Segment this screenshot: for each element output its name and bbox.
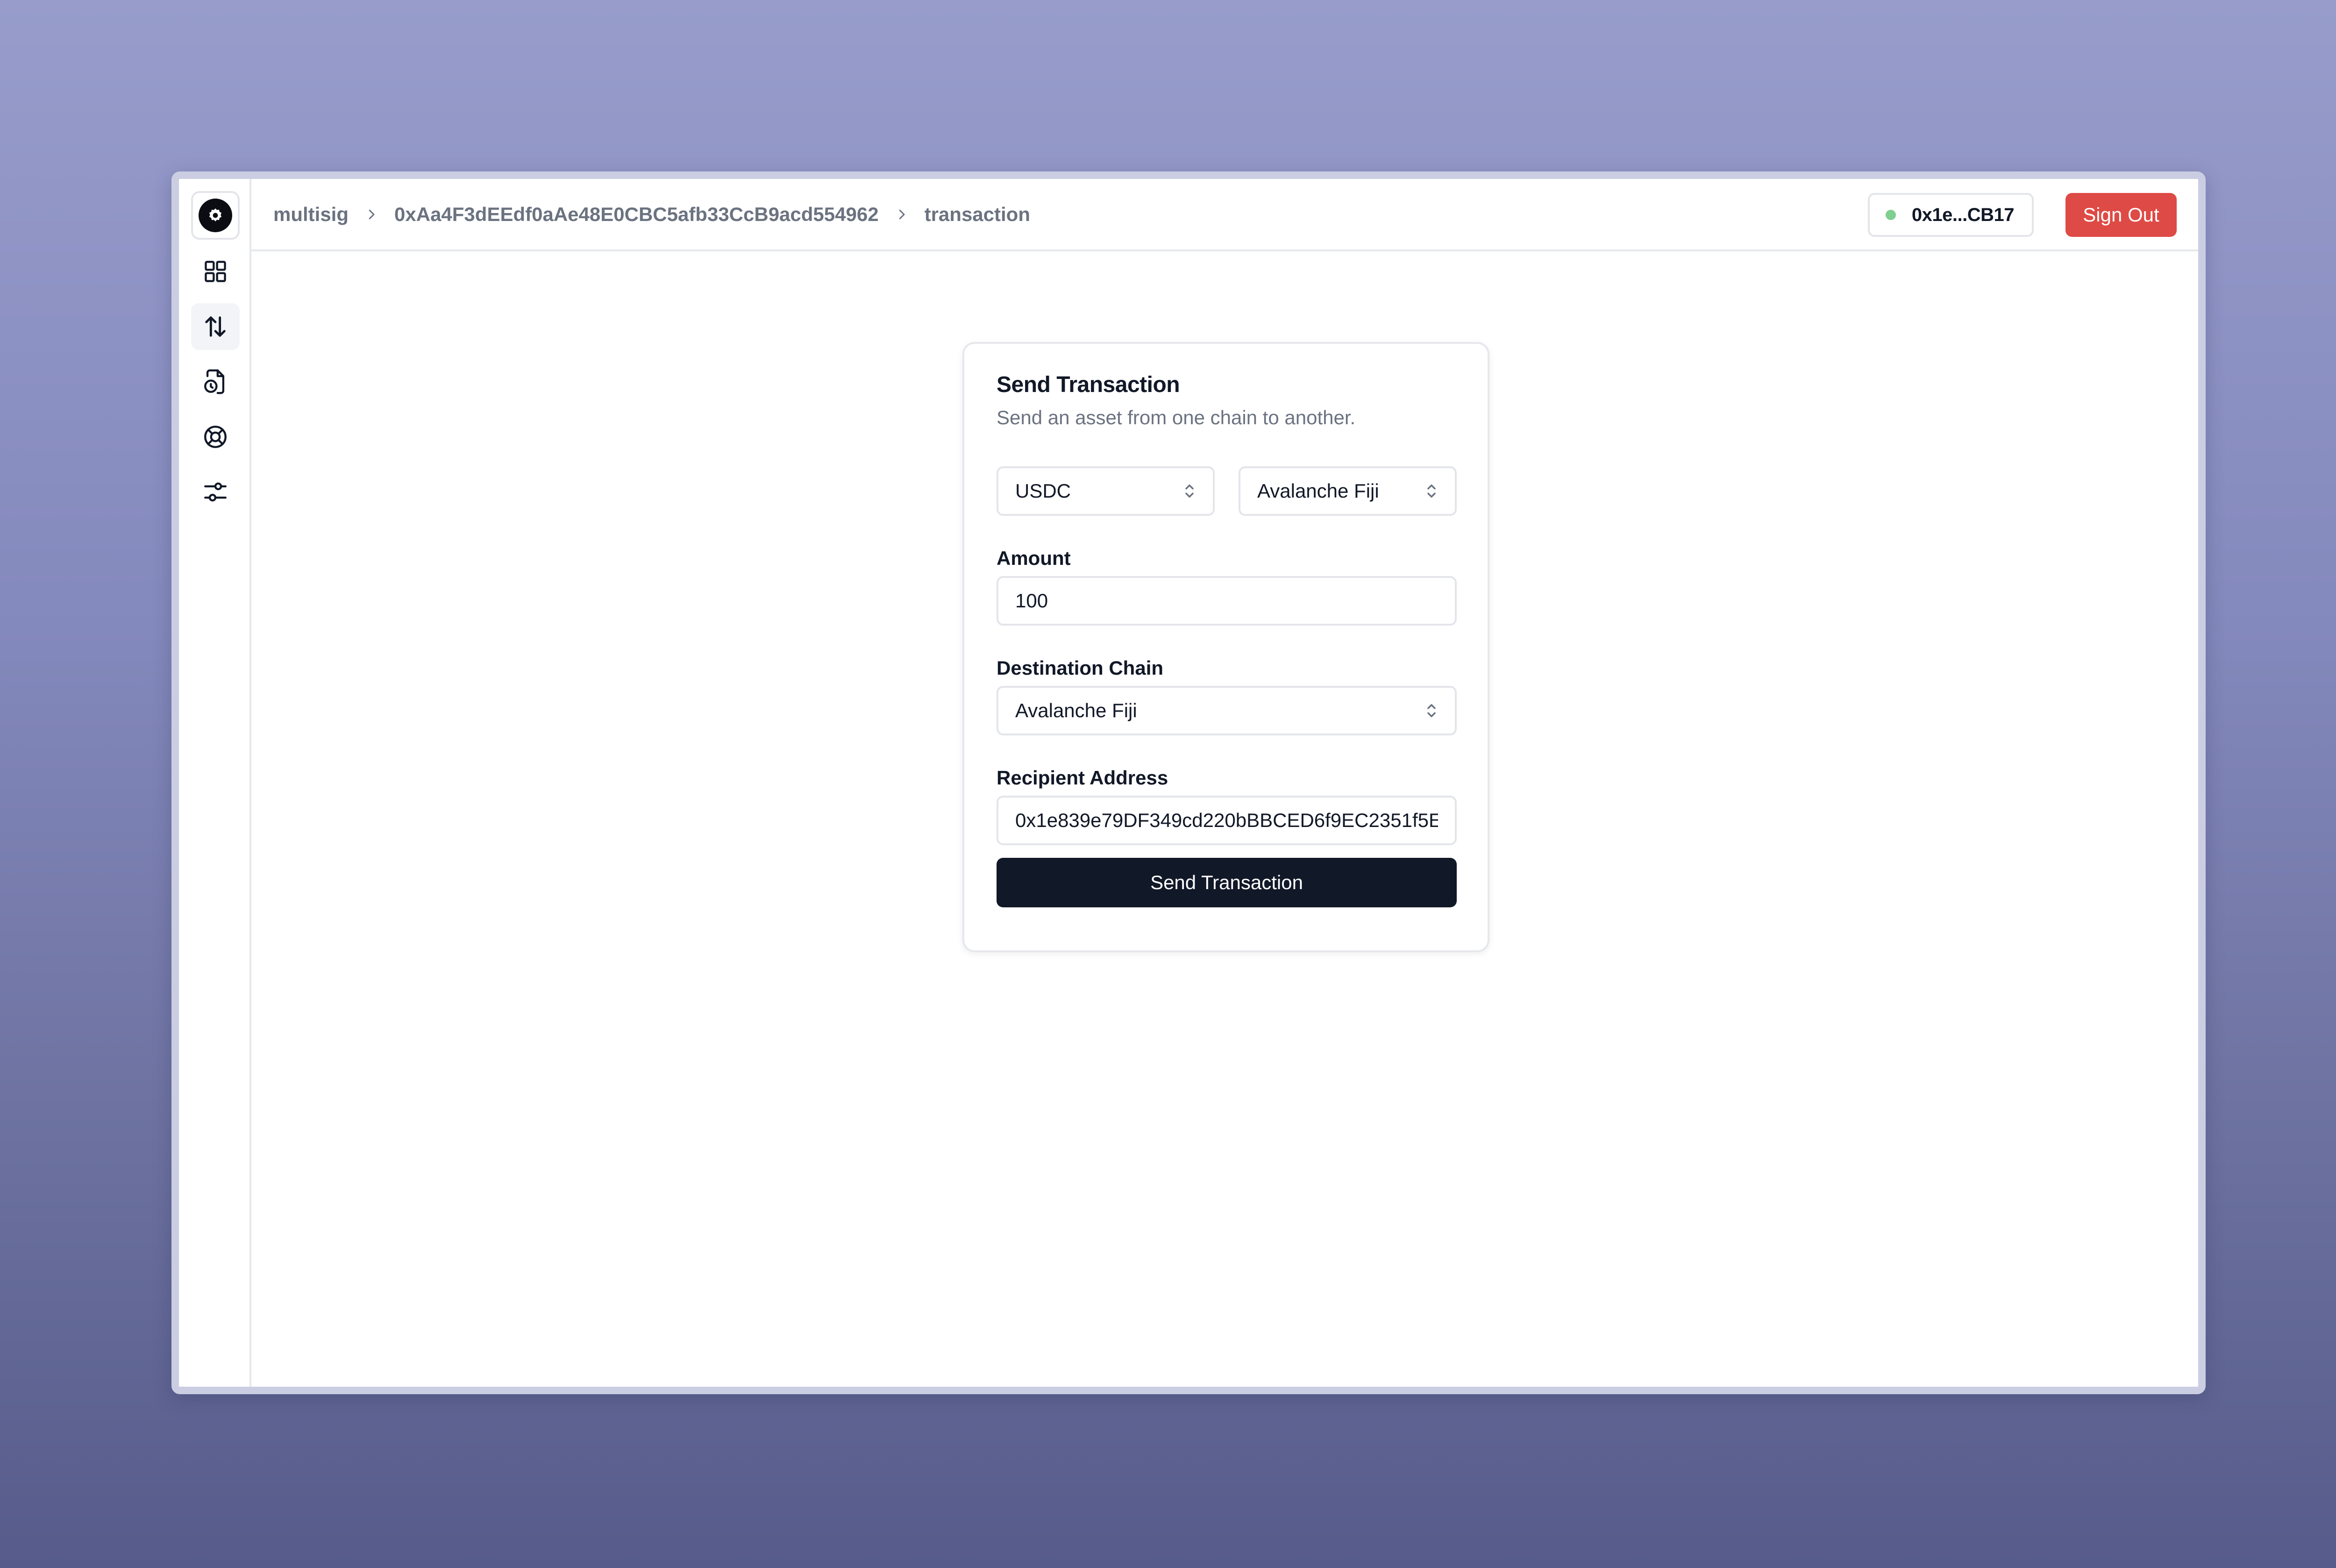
breadcrumb-item-multisig[interactable]: multisig bbox=[273, 203, 349, 226]
arrows-up-down-icon bbox=[205, 316, 226, 337]
life-buoy-icon bbox=[204, 426, 227, 448]
sidebar-item-settings[interactable] bbox=[191, 469, 240, 515]
breadcrumb: multisig 0xAa4F3dEEdf0aAe48E0CBC5afb33Cc… bbox=[273, 179, 1030, 249]
breadcrumb-item-transaction: transaction bbox=[924, 203, 1030, 225]
sidebar-item-transactions[interactable] bbox=[191, 303, 240, 350]
chevrons-up-down-icon bbox=[1427, 485, 1436, 498]
chevron-right-icon bbox=[895, 207, 909, 221]
destination-chain-select-value: Avalanche Fiji bbox=[1015, 699, 1137, 721]
sign-out-button[interactable]: Sign Out bbox=[2065, 193, 2177, 237]
sidebar bbox=[179, 179, 251, 1387]
connection-status-dot bbox=[1885, 210, 1896, 220]
source-chain-select-value: Avalanche Fiji bbox=[1257, 480, 1379, 502]
asset-select[interactable]: USDC bbox=[997, 466, 1215, 516]
gear-logo-icon bbox=[199, 199, 232, 232]
amount-input[interactable] bbox=[997, 576, 1457, 626]
card-title: Send Transaction bbox=[997, 372, 1180, 397]
sidebar-item-support[interactable] bbox=[191, 413, 240, 460]
app-logo[interactable] bbox=[191, 191, 240, 240]
send-transaction-card: Send Transaction Send an asset from one … bbox=[962, 342, 1489, 952]
amount-label: Amount bbox=[997, 547, 1071, 569]
destination-chain-label: Destination Chain bbox=[997, 657, 1164, 679]
wallet-address-button[interactable]: 0x1e...CB17 bbox=[1867, 193, 2034, 237]
top-header: multisig 0xAa4F3dEEdf0aAe48E0CBC5afb33Cc… bbox=[251, 179, 2198, 251]
file-clock-icon bbox=[204, 369, 225, 394]
app-window: multisig 0xAa4F3dEEdf0aAe48E0CBC5afb33Cc… bbox=[171, 171, 2206, 1394]
send-transaction-button[interactable]: Send Transaction bbox=[997, 858, 1457, 907]
breadcrumb-item-address[interactable]: 0xAa4F3dEEdf0aAe48E0CBC5afb33CcB9acd5549… bbox=[394, 203, 879, 226]
sidebar-item-history[interactable] bbox=[191, 358, 240, 405]
grid-icon bbox=[205, 261, 226, 282]
chevrons-up-down-icon bbox=[1185, 485, 1194, 498]
sliders-icon bbox=[204, 482, 227, 502]
source-chain-select[interactable]: Avalanche Fiji bbox=[1239, 466, 1457, 516]
asset-select-value: USDC bbox=[1015, 480, 1071, 502]
recipient-address-input[interactable] bbox=[997, 796, 1457, 845]
sidebar-item-dashboard[interactable] bbox=[191, 248, 240, 295]
wallet-address: 0x1e...CB17 bbox=[1911, 204, 2015, 225]
card-description: Send an asset from one chain to another. bbox=[997, 406, 1356, 428]
recipient-address-label: Recipient Address bbox=[997, 767, 1168, 789]
destination-chain-select[interactable]: Avalanche Fiji bbox=[997, 686, 1457, 735]
chevron-right-icon bbox=[364, 207, 378, 221]
chevrons-up-down-icon bbox=[1427, 704, 1436, 717]
